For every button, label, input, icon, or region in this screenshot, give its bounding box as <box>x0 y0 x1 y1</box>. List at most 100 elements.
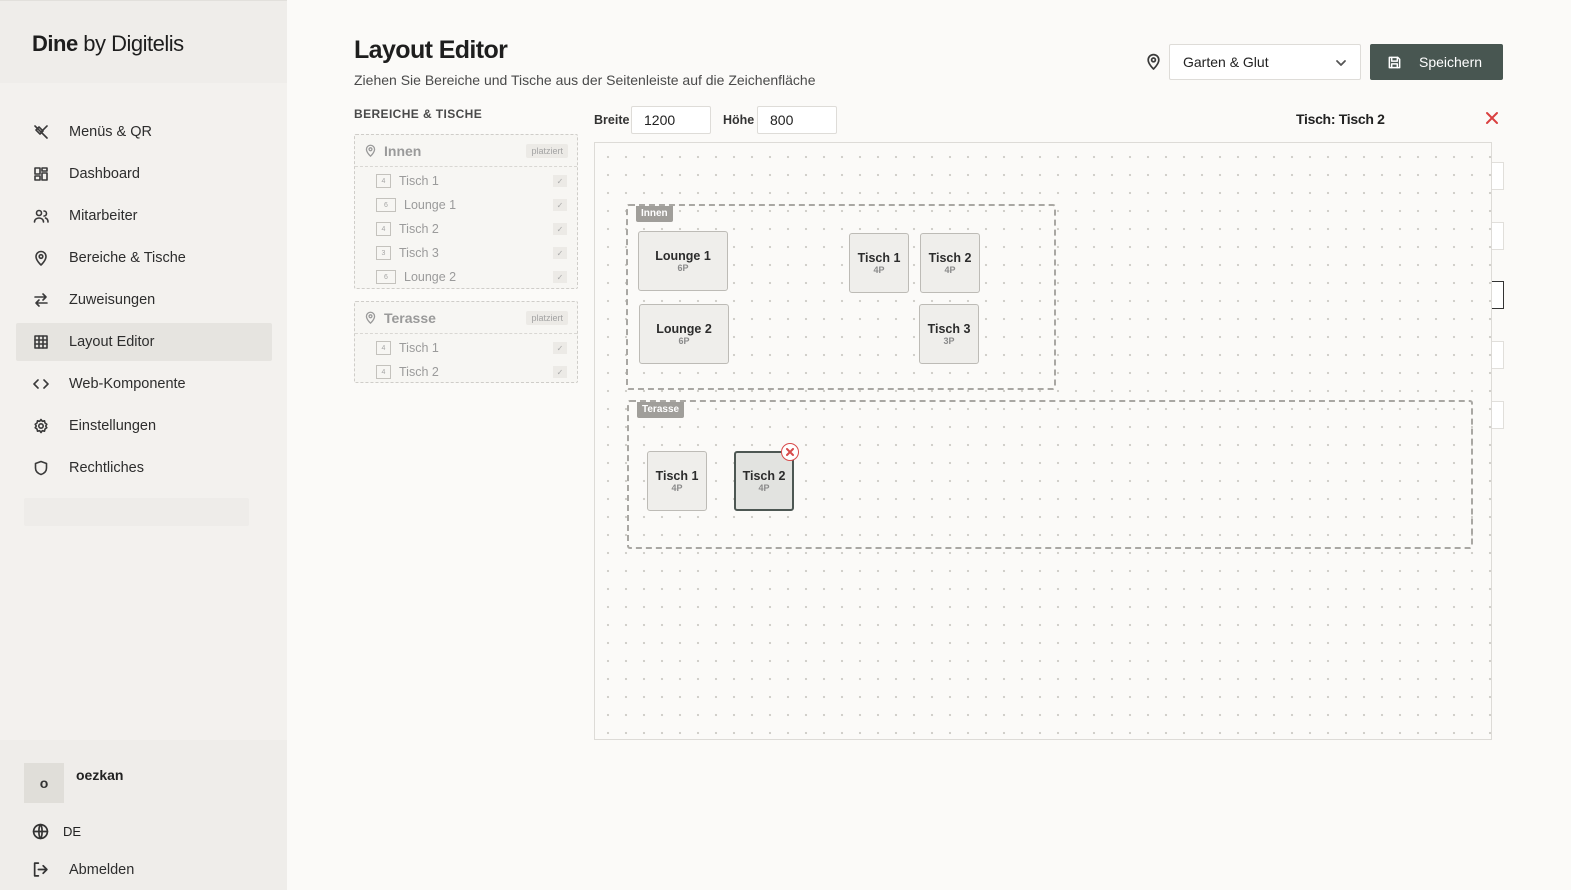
sidebar-nav: Menüs & QR Dashboard Mitarbeiter Bereich… <box>16 113 272 491</box>
layout-canvas[interactable]: Innen Lounge 1 6P Tisch 1 4P Tisch 2 4P … <box>594 142 1492 740</box>
area-card-terasse[interactable]: Terasse platziert 4 Tisch 1 ✓ 4 Tisch 2 ✓ <box>354 301 578 383</box>
capacity-badge: 6 <box>376 198 396 212</box>
map-pin-icon <box>365 311 376 324</box>
width-input[interactable] <box>631 106 711 134</box>
table-capacity: 4P <box>944 265 956 275</box>
zone-terasse[interactable]: Terasse Tisch 1 4P Tisch 2 4P <box>627 400 1473 549</box>
capacity-badge: 4 <box>376 222 391 236</box>
shield-icon <box>33 460 49 476</box>
map-pin-icon <box>365 144 376 157</box>
sidebar-item-legal[interactable]: Rechtliches <box>16 449 272 487</box>
avatar[interactable]: o <box>24 763 64 803</box>
sidebar-item-label: Layout Editor <box>69 334 155 350</box>
table-name: Tisch 1 <box>399 174 439 188</box>
save-icon <box>1388 56 1401 68</box>
list-item[interactable]: 4 Tisch 1 ✓ <box>355 169 577 193</box>
page-subtitle: Ziehen Sie Bereiche und Tische aus der S… <box>354 72 816 88</box>
width-label: Breite <box>594 113 630 127</box>
height-label: Höhe <box>723 113 755 127</box>
globe-icon <box>32 823 49 840</box>
check-icon: ✓ <box>553 342 567 354</box>
logout-button[interactable]: Abmelden <box>32 861 134 878</box>
table-grid-icon <box>33 334 49 350</box>
check-icon: ✓ <box>553 199 567 211</box>
logout-label: Abmelden <box>69 861 135 878</box>
table-name: Tisch 2 <box>928 251 972 265</box>
sidebar-item-label: Einstellungen <box>69 418 157 434</box>
sidebar-item-areas[interactable]: Bereiche & Tische <box>16 239 272 277</box>
table-capacity: 3P <box>943 336 955 346</box>
sidebar-item-menus[interactable]: Menüs & QR <box>16 113 272 151</box>
table-name: Lounge 1 <box>655 249 711 263</box>
property-field-stub <box>1492 162 1504 190</box>
map-pin-icon <box>33 250 49 266</box>
table-capacity: 4P <box>873 265 885 275</box>
sidebar-item-assignments[interactable]: Zuweisungen <box>16 281 272 319</box>
sidebar-item-label: Menüs & QR <box>69 124 152 140</box>
language-switch[interactable]: DE <box>32 823 81 840</box>
list-item[interactable]: 3 Tisch 3 ✓ <box>355 241 577 265</box>
check-icon: ✓ <box>553 223 567 235</box>
delete-table-icon[interactable] <box>781 443 799 461</box>
property-field-stub <box>1492 222 1504 250</box>
zone-innen[interactable]: Innen Lounge 1 6P Tisch 1 4P Tisch 2 4P … <box>626 204 1056 390</box>
capacity-badge: 4 <box>376 341 391 355</box>
sidebar-item-label: Mitarbeiter <box>69 208 138 224</box>
location-select-value: Garten & Glut <box>1183 54 1269 70</box>
location-select[interactable]: Garten & Glut <box>1169 44 1361 80</box>
canvas-table-tisch-3[interactable]: Tisch 3 3P <box>919 304 979 364</box>
gear-icon <box>33 418 49 434</box>
canvas-table-tisch-1[interactable]: Tisch 1 4P <box>849 233 909 293</box>
sidebar-item-layout-editor[interactable]: Layout Editor <box>16 323 272 361</box>
list-item[interactable]: 4 Tisch 1 ✓ <box>355 336 577 360</box>
area-name: Innen <box>384 142 422 159</box>
sidebar-item-web-component[interactable]: Web-Komponente <box>16 365 272 403</box>
sidebar-item-label: Web-Komponente <box>69 376 186 392</box>
save-label: Speichern <box>1419 54 1483 70</box>
property-field-stub <box>1492 401 1504 429</box>
sidebar-item-staff[interactable]: Mitarbeiter <box>16 197 272 235</box>
list-item[interactable]: 6 Lounge 1 ✓ <box>355 193 577 217</box>
page-title: Layout Editor <box>354 36 508 64</box>
check-icon: ✓ <box>553 175 567 187</box>
table-name: Lounge 1 <box>404 198 457 212</box>
check-icon: ✓ <box>553 271 567 283</box>
language-label: DE <box>63 824 82 839</box>
list-item[interactable]: 4 Tisch 2 ✓ <box>355 360 577 384</box>
table-name: Tisch 1 <box>655 469 699 483</box>
sidebar-item-label: Dashboard <box>69 166 140 182</box>
property-field-stub <box>1492 341 1504 369</box>
canvas-table-tisch-2[interactable]: Tisch 2 4P <box>920 233 980 293</box>
list-item[interactable]: 6 Lounge 2 ✓ <box>355 265 577 289</box>
sidebar-item-label: Bereiche & Tische <box>69 250 186 266</box>
property-select-stub <box>1492 281 1504 309</box>
users-icon <box>33 208 49 224</box>
table-capacity: 4P <box>671 483 683 493</box>
sidebar: Dine by Digitelis Menüs & QR Dashboard M… <box>0 0 287 890</box>
check-icon: ✓ <box>553 247 567 259</box>
table-capacity: 6P <box>678 336 690 346</box>
capacity-badge: 4 <box>376 174 391 188</box>
table-name: Tisch 2 <box>399 222 439 236</box>
canvas-table-tisch-1[interactable]: Tisch 1 4P <box>647 451 707 511</box>
table-capacity: 4P <box>758 483 770 493</box>
save-button[interactable]: Speichern <box>1370 44 1503 80</box>
area-name: Terasse <box>384 309 436 326</box>
panel-title: BEREICHE & TISCHE <box>354 107 483 121</box>
area-header: Innen platziert <box>355 135 577 167</box>
user-name: oezkan <box>76 767 124 783</box>
close-icon[interactable] <box>1484 110 1500 126</box>
sidebar-item-dashboard[interactable]: Dashboard <box>16 155 272 193</box>
map-pin-icon <box>1145 53 1162 70</box>
canvas-table-lounge-1[interactable]: Lounge 1 6P <box>638 231 728 291</box>
table-name: Tisch 2 <box>742 469 786 483</box>
table-name: Lounge 2 <box>404 270 457 284</box>
list-item[interactable]: 4 Tisch 2 ✓ <box>355 217 577 241</box>
height-input[interactable] <box>757 106 837 134</box>
table-name: Tisch 1 <box>399 341 439 355</box>
brand-logo[interactable]: Dine by Digitelis <box>0 1 287 83</box>
canvas-table-lounge-2[interactable]: Lounge 2 6P <box>639 304 729 364</box>
zone-label: Terasse <box>637 402 685 418</box>
sidebar-item-settings[interactable]: Einstellungen <box>16 407 272 445</box>
area-card-innen[interactable]: Innen platziert 4 Tisch 1 ✓ 6 Lounge 1 ✓ 4 Ti… <box>354 134 578 289</box>
